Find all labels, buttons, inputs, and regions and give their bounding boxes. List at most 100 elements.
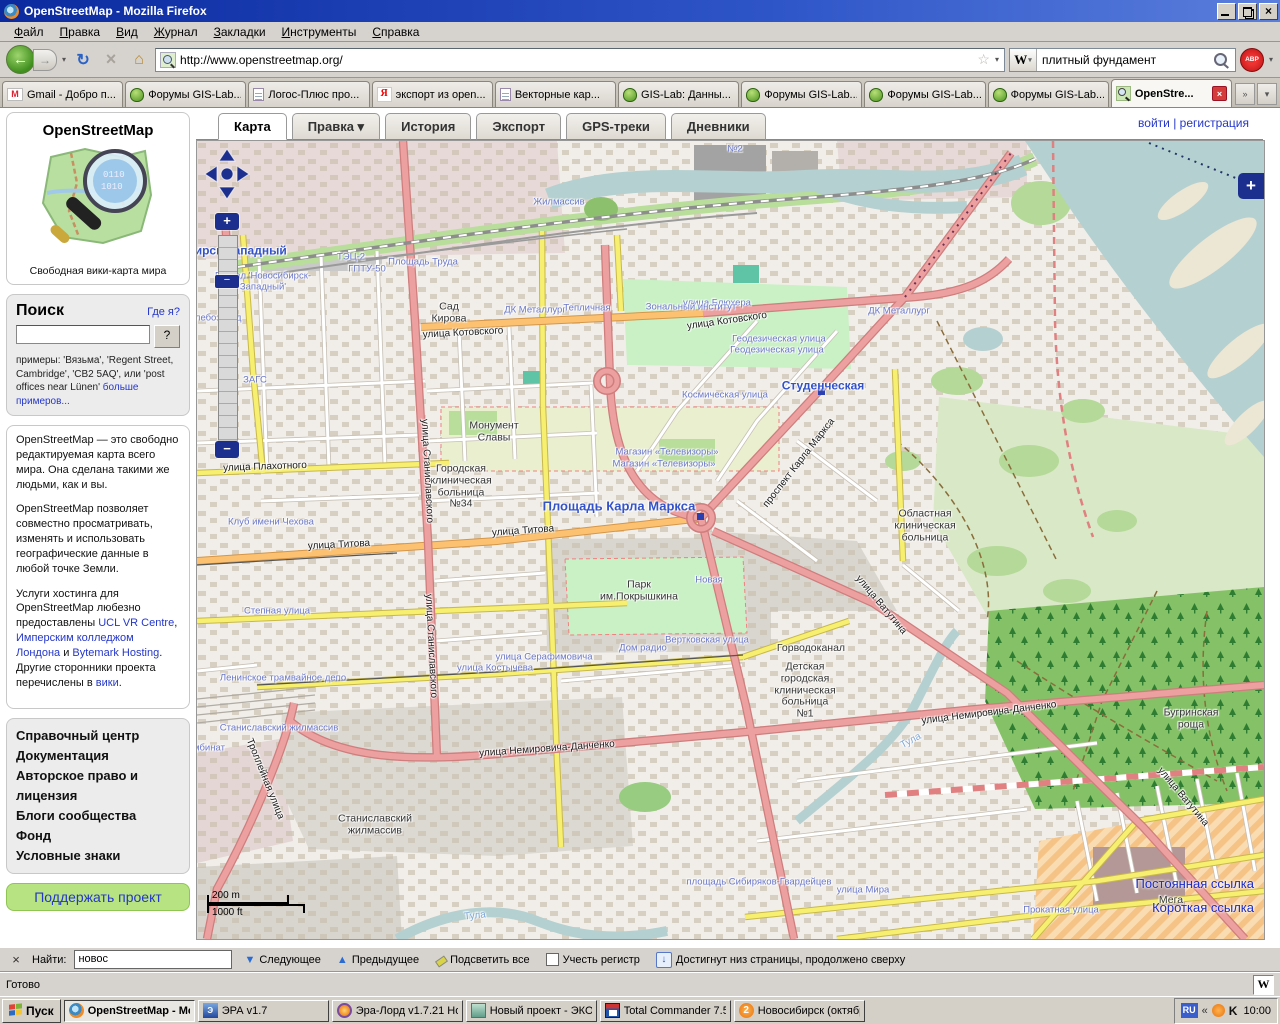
- sidebar-link[interactable]: Справочный центр: [16, 726, 180, 746]
- gmail-icon: M: [7, 88, 23, 101]
- checkbox-icon[interactable]: [546, 953, 559, 966]
- osm-search-input[interactable]: [16, 325, 150, 344]
- osm-tab-GPSтреки[interactable]: GPS-треки: [566, 113, 666, 140]
- menu-item-справка[interactable]: Справка: [364, 23, 427, 41]
- browser-tab[interactable]: MGmail - Добро п...: [2, 81, 123, 107]
- taskbar-task[interactable]: OpenStreetMap - Moz...: [64, 1000, 195, 1022]
- osm-tab-История[interactable]: История: [385, 113, 471, 140]
- url-bar[interactable]: http://www.openstreetmap.org/ ☆ ▾: [155, 48, 1005, 72]
- abp-dropdown-icon[interactable]: ▾: [1268, 55, 1274, 64]
- tray-app-icon[interactable]: [1212, 1004, 1225, 1017]
- layers-button[interactable]: +: [1238, 173, 1264, 199]
- map-pan-zoom-control[interactable]: + − −: [203, 147, 249, 210]
- about-link[interactable]: UCL VR Centre: [98, 617, 174, 629]
- web-search-box[interactable]: W▾ плитный фундамент: [1009, 48, 1236, 72]
- about-link[interactable]: вики: [96, 677, 119, 689]
- osm-tab-Карта[interactable]: Карта: [218, 113, 287, 140]
- browser-tab[interactable]: Форумы GIS-Lab...: [125, 81, 246, 107]
- map-viewport[interactable]: №2Жилмассивбирск-ЗападныйВокзал 'Новосиб…: [196, 140, 1265, 940]
- sidebar-link[interactable]: Условные знаки: [16, 846, 180, 866]
- taskbar-task[interactable]: 2Новосибирск (октябрь ...: [734, 1000, 865, 1022]
- zoom-in-button[interactable]: +: [215, 213, 239, 230]
- tray-collapse-icon[interactable]: «: [1202, 1005, 1208, 1017]
- osm-tab-Дневники[interactable]: Дневники: [671, 113, 766, 140]
- url-dropdown-icon[interactable]: ▾: [994, 55, 1000, 64]
- tab-scroll-button[interactable]: »: [1235, 83, 1255, 105]
- taskbar-task[interactable]: Total Commander 7.56a ...: [600, 1000, 731, 1022]
- findbar-close-icon[interactable]: ×: [8, 952, 24, 967]
- about-link[interactable]: Bytemark Hosting: [72, 647, 159, 659]
- match-case-checkbox[interactable]: Учесть регистр: [542, 952, 644, 967]
- browser-tab[interactable]: Форумы GIS-Lab...: [988, 81, 1109, 107]
- kaspersky-icon[interactable]: K: [1229, 1004, 1238, 1018]
- bookmark-star-icon[interactable]: ☆: [977, 51, 990, 68]
- url-text[interactable]: http://www.openstreetmap.org/: [180, 53, 973, 67]
- forward-button[interactable]: →: [33, 49, 57, 71]
- search-card: Поиск Где я? ? примеры: 'Вязьма', 'Regen…: [6, 294, 190, 416]
- adblock-plus-icon[interactable]: ABP: [1240, 48, 1264, 72]
- permalink-link[interactable]: Постоянная ссылка: [1135, 872, 1254, 895]
- sidebar-link[interactable]: Авторское право и лицензия: [16, 766, 180, 806]
- menu-item-закладки[interactable]: Закладки: [206, 23, 274, 41]
- reload-button[interactable]: ↻: [71, 48, 95, 72]
- browser-tab[interactable]: Форумы GIS-Lab...: [864, 81, 985, 107]
- browser-tab[interactable]: Яэкспорт из open...: [372, 81, 493, 107]
- back-button[interactable]: ←: [6, 45, 35, 74]
- tab-strip: MGmail - Добро п...Форумы GIS-Lab...Лого…: [0, 78, 1280, 108]
- about-paragraph: OpenStreetMap позволяет совместно просма…: [16, 502, 180, 576]
- browser-tab[interactable]: Логос-Плюс про...: [248, 81, 369, 107]
- about-text: OpenStreetMap позволяет совместно просма…: [16, 503, 153, 574]
- search-magnifier-icon[interactable]: [1214, 53, 1227, 66]
- wikilook-icon[interactable]: W: [1253, 975, 1274, 995]
- osm-tab-Экспорт[interactable]: Экспорт: [476, 113, 561, 140]
- about-text: и: [60, 647, 72, 659]
- menu-item-инструменты[interactable]: Инструменты: [274, 23, 365, 41]
- browser-tab[interactable]: GIS-Lab: Данны...: [618, 81, 739, 107]
- zoom-out-button[interactable]: −: [215, 441, 239, 458]
- sidebar-link[interactable]: Фонд: [16, 826, 180, 846]
- search-engine-button[interactable]: W▾: [1010, 49, 1037, 71]
- osm-tab-Правка[interactable]: Правка ▾: [292, 113, 380, 140]
- browser-content: OpenStreetMap 0110 1010 Свободная вики-к…: [0, 108, 1280, 947]
- pan-control[interactable]: [203, 147, 251, 207]
- sidebar-link[interactable]: Блоги сообщества: [16, 806, 180, 826]
- taskbar-task[interactable]: Новый проект - ЭКО це...: [466, 1000, 597, 1022]
- support-project-button[interactable]: Поддержать проект: [6, 883, 190, 911]
- window-titlebar[interactable]: OpenStreetMap - Mozilla Firefox ×: [0, 0, 1280, 22]
- taskbar: Пуск OpenStreetMap - Moz...ЭЭРА v1.7Эра-…: [0, 996, 1280, 1024]
- search-input[interactable]: плитный фундамент: [1037, 53, 1214, 67]
- close-button[interactable]: ×: [1259, 3, 1278, 20]
- login-register-links[interactable]: войти | регистрация: [1138, 116, 1249, 130]
- tab-label: Форумы GIS-Lab...: [764, 89, 857, 101]
- map-image: [197, 141, 1264, 939]
- stop-button[interactable]: ×: [99, 48, 123, 72]
- browser-tab[interactable]: Форумы GIS-Lab...: [741, 81, 862, 107]
- home-button[interactable]: ⌂: [127, 48, 151, 72]
- browser-tab[interactable]: OpenStre...×: [1111, 79, 1232, 107]
- language-indicator[interactable]: RU: [1181, 1003, 1198, 1018]
- find-input[interactable]: новос: [74, 950, 232, 969]
- zoom-slider-track[interactable]: [218, 235, 238, 441]
- minimize-button[interactable]: [1217, 3, 1236, 20]
- tab-list-button[interactable]: ▾: [1257, 83, 1277, 105]
- osm-search-button[interactable]: ?: [154, 325, 180, 348]
- menu-item-журнал[interactable]: Журнал: [146, 23, 206, 41]
- where-am-i-link[interactable]: Где я?: [147, 306, 180, 318]
- shortlink-link[interactable]: Короткая ссылка: [1135, 896, 1254, 919]
- sidebar-link[interactable]: Документация: [16, 746, 180, 766]
- find-next-button[interactable]: ▼Следующее: [240, 953, 324, 967]
- start-button[interactable]: Пуск: [2, 999, 61, 1023]
- zoom-slider-handle[interactable]: −: [215, 275, 239, 288]
- menu-item-вид[interactable]: Вид: [108, 23, 146, 41]
- taskbar-task[interactable]: Эра-Лорд v1.7.21 Нов...: [332, 1000, 463, 1022]
- tab-close-icon[interactable]: ×: [1212, 86, 1227, 101]
- history-dropdown-icon[interactable]: ▾: [61, 55, 67, 64]
- browser-tab[interactable]: Векторные кар...: [495, 81, 616, 107]
- menu-item-правка[interactable]: Правка: [52, 23, 109, 41]
- taskbar-task[interactable]: ЭЭРА v1.7: [198, 1000, 329, 1022]
- highlight-all-button[interactable]: Подсветить все: [431, 953, 534, 967]
- find-prev-button[interactable]: ▲Предыдущее: [333, 953, 423, 967]
- restore-button[interactable]: [1238, 3, 1257, 20]
- highlighter-icon: [435, 954, 446, 965]
- menu-item-файл[interactable]: Файл: [6, 23, 52, 41]
